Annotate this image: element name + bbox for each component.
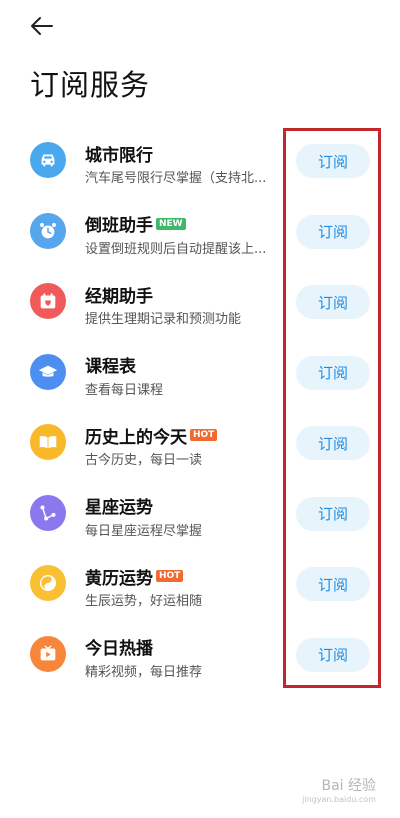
hot-badge: HOT — [156, 570, 184, 582]
video-play-icon — [30, 635, 66, 672]
service-title: 历史上的今天 — [85, 427, 187, 448]
open-book-icon — [30, 424, 66, 460]
service-subtitle: 提供生理期记录和预测功能 — [85, 312, 242, 327]
service-title: 黄历运势 — [85, 568, 153, 589]
yin-yang-icon — [30, 565, 66, 601]
service-subtitle: 查看每日课程 — [85, 382, 164, 398]
calendar-heart-icon — [30, 283, 66, 319]
constellation-icon — [30, 494, 66, 531]
arrow-left-icon — [31, 17, 53, 35]
highlight-annotation-box — [283, 128, 381, 688]
service-title: 倒班助手 — [85, 216, 153, 236]
service-title: 今日热播 — [85, 639, 153, 659]
page-title: 订阅服务 — [30, 68, 151, 102]
service-title: 经期助手 — [85, 286, 153, 307]
service-title: 课程表 — [85, 357, 136, 377]
service-subtitle: 生辰运势，好运相随 — [85, 594, 203, 609]
new-badge: NEW — [156, 217, 186, 230]
service-subtitle: 汽车尾号限行尽掌握（支持北... — [85, 171, 267, 186]
watermark-url: jingyan.baidu.com — [302, 795, 376, 804]
back-button[interactable] — [26, 12, 58, 40]
service-title: 城市限行 — [85, 145, 153, 166]
hot-badge: HOT — [190, 429, 218, 441]
service-subtitle: 每日星座运程尽掌握 — [85, 523, 203, 539]
watermark-text: Bai 经验 — [321, 778, 376, 794]
service-subtitle: 精彩视频，每日推荐 — [85, 664, 203, 680]
car-icon — [30, 142, 66, 178]
baidu-jingyan-watermark: Bai 经验 jingyan.baidu.com — [302, 778, 376, 806]
alarm-clock-icon — [30, 212, 66, 249]
graduation-cap-icon — [30, 353, 66, 390]
service-title: 星座运势 — [85, 498, 153, 518]
service-subtitle: 古今历史，每日一读 — [85, 453, 203, 468]
service-subtitle: 设置倒班规则后自动提醒该上... — [85, 241, 267, 257]
